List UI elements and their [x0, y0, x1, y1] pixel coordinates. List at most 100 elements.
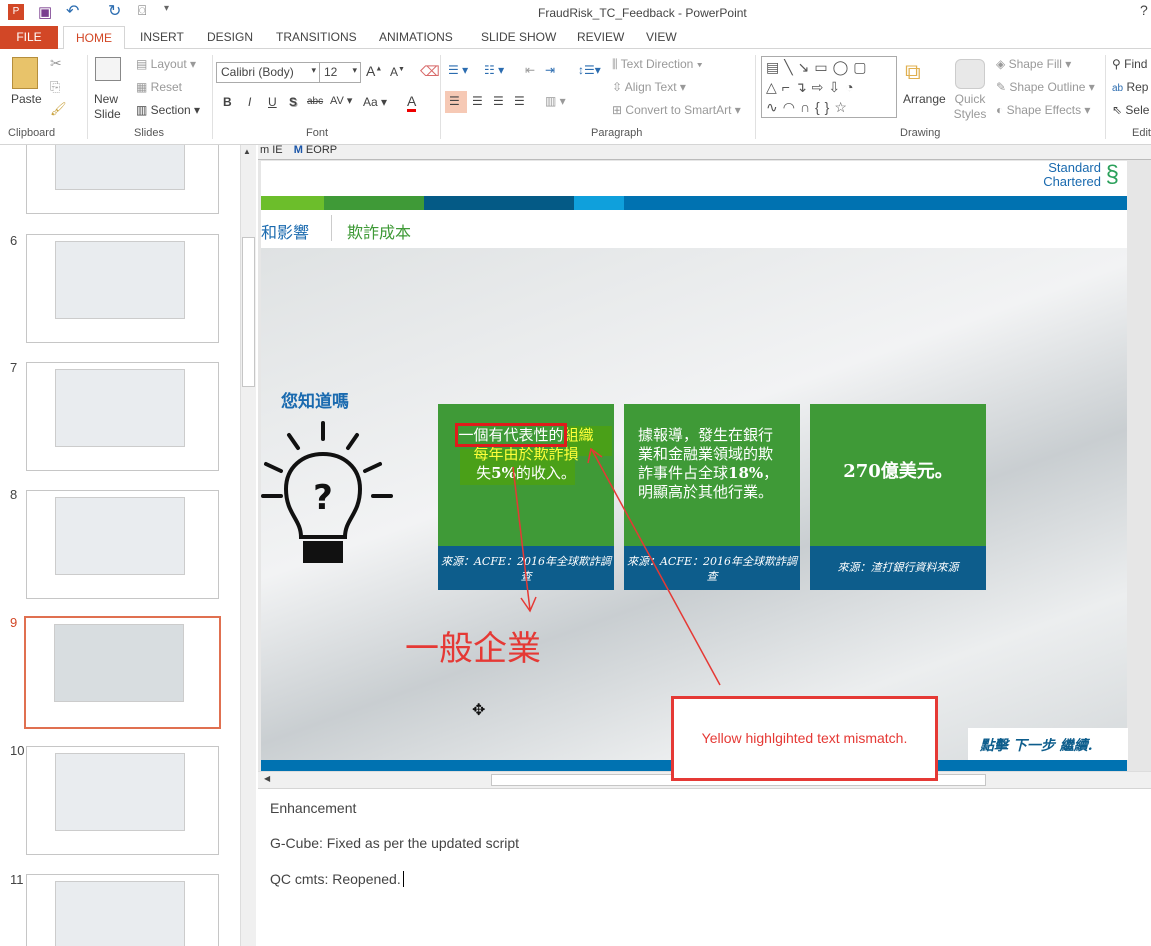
slide-number: 9: [10, 615, 18, 630]
tab-file[interactable]: FILE: [0, 26, 58, 49]
powerpoint-logo-icon: P: [8, 4, 24, 20]
columns-icon[interactable]: ▥ ▾: [545, 94, 566, 108]
line-spacing-icon[interactable]: ↕☰▾: [578, 63, 601, 77]
tab-insert[interactable]: INSERT: [140, 30, 184, 44]
notes-line[interactable]: QC cmts: Reopened.: [270, 871, 404, 887]
strikethrough-button[interactable]: abc: [307, 96, 323, 107]
find-button[interactable]: Find: [1124, 57, 1147, 71]
align-left-button[interactable]: ☰: [445, 91, 467, 113]
scroll-left-icon[interactable]: ◀: [264, 774, 270, 783]
card-source: 來源：ACFE：2016年全球欺詐調查: [438, 546, 614, 590]
slide-number: 6: [10, 233, 18, 248]
redo-icon[interactable]: ↻: [108, 1, 121, 21]
shrink-font-icon[interactable]: A▼: [390, 65, 405, 79]
start-slideshow-icon[interactable]: ⌼: [138, 2, 146, 19]
thumbnails-scrollbar[interactable]: ▲: [240, 145, 256, 946]
italic-button[interactable]: I: [248, 95, 251, 109]
header-color-bar: [261, 196, 1127, 210]
slide-thumbnail[interactable]: [26, 874, 219, 946]
quick-styles-button[interactable]: Quick Styles: [950, 92, 990, 122]
highlighted-text-box: 一個有代表性的: [455, 423, 567, 447]
slide-thumbnail[interactable]: [26, 234, 219, 343]
font-family-select[interactable]: Calibri (Body) ▾: [216, 62, 320, 83]
notes-line: Enhancement: [270, 800, 357, 816]
clear-formatting-icon[interactable]: ⌫: [420, 63, 440, 80]
reset-button[interactable]: Reset: [151, 80, 182, 94]
align-right-icon[interactable]: ☰: [493, 94, 504, 108]
shapes-gallery[interactable]: ▤╲↘▭◯▢ △⌐↴⇨⇩◔ ∿◠∩{}☆: [761, 56, 897, 118]
editing-group-label: Edit: [1132, 127, 1151, 139]
next-prompt[interactable]: 點擊 下一步 繼續.: [968, 728, 1128, 760]
slide-thumbnail[interactable]: [26, 746, 219, 855]
replace-button[interactable]: Rep: [1126, 80, 1148, 94]
numbering-icon[interactable]: ☷ ▾: [484, 63, 504, 77]
format-painter-icon[interactable]: 🖌: [50, 101, 67, 117]
feedback-callout: Yellow highlgihted text mismatch.: [671, 696, 938, 781]
increase-indent-icon[interactable]: ⇥: [545, 63, 555, 77]
section-button[interactable]: Section: [151, 103, 191, 117]
text-direction-icon: ⫼: [612, 57, 618, 71]
arrange-icon: ⧉: [905, 59, 921, 84]
decrease-indent-icon[interactable]: ⇤: [525, 63, 535, 77]
font-color-button[interactable]: A: [407, 93, 417, 112]
cut-icon[interactable]: ✂: [50, 55, 62, 72]
slide-thumbnail[interactable]: [26, 362, 219, 471]
justify-icon[interactable]: ☰: [514, 94, 525, 108]
tab-home[interactable]: HOME: [63, 26, 125, 50]
char-spacing-button[interactable]: AV ▾: [330, 94, 352, 107]
notes-pane[interactable]: Enhancement G-Cube: Fixed as per the upd…: [258, 788, 1151, 946]
notes-line: G-Cube: Fixed as per the updated script: [270, 835, 520, 851]
align-center-icon[interactable]: ☰: [472, 94, 483, 108]
help-icon[interactable]: ?: [1140, 2, 1148, 18]
shape-fill-button[interactable]: Shape Fill: [1009, 57, 1062, 71]
window-title: FraudRisk_TC_Feedback - PowerPoint: [538, 6, 747, 20]
undo-icon[interactable]: ↶: [66, 1, 79, 21]
shape-outline-icon: ✎: [996, 80, 1007, 94]
save-icon[interactable]: ▣: [38, 3, 52, 21]
new-slide-button[interactable]: New Slide: [94, 92, 134, 122]
card-source: 來源：渣打銀行資料來源: [810, 546, 986, 590]
convert-smartart-button[interactable]: Convert to SmartArt: [625, 103, 731, 117]
font-size-select[interactable]: 12 ▾: [319, 62, 361, 83]
fact-card-3: 270億美元。 來源：渣打銀行資料來源: [810, 404, 986, 590]
standard-chartered-logo: Standard Chartered: [1043, 160, 1101, 189]
select-button[interactable]: Sele: [1125, 103, 1149, 117]
ribbon-tabs: INSERT DESIGN TRANSITIONS ANIMATIONS SLI…: [0, 26, 1151, 49]
tab-design[interactable]: DESIGN: [207, 30, 253, 44]
grow-font-icon[interactable]: A▲: [366, 63, 382, 79]
shadow-button[interactable]: S: [289, 95, 297, 109]
align-text-button[interactable]: Align Text: [625, 80, 677, 94]
card-source: 來源：ACFE：2016年全球欺詐調查: [624, 546, 800, 590]
arrange-button[interactable]: Arrange: [903, 92, 946, 106]
tab-animations[interactable]: ANIMATIONS: [379, 30, 453, 44]
slide-thumbnail-selected[interactable]: [24, 616, 221, 729]
fact-card-2: 據報導，發生在銀行業和金融業領域的欺詐事件占全球18%，明顯高於其他行業。 來源…: [624, 404, 800, 590]
underline-button[interactable]: U: [268, 95, 277, 109]
lightbulb-icon: ?: [261, 421, 393, 563]
bullets-icon[interactable]: ☰ ▾: [448, 63, 468, 77]
slide-thumbnail[interactable]: [26, 490, 219, 599]
bold-button[interactable]: B: [223, 95, 232, 109]
breadcrumb-prev[interactable]: 和影響: [261, 219, 309, 243]
shape-outline-button[interactable]: Shape Outline: [1009, 80, 1085, 94]
align-text-icon: ⇳: [612, 80, 623, 94]
layout-button[interactable]: Layout: [151, 57, 187, 71]
slide-content: Standard Chartered § 和影響 欺詐成本 您知道嗎 ? 一個有…: [261, 160, 1128, 771]
scrollbar-thumb[interactable]: [242, 237, 255, 387]
tab-slide-show[interactable]: SLIDE SHOW: [481, 30, 556, 44]
copy-icon[interactable]: ⎘: [50, 79, 60, 95]
slide-canvas[interactable]: m IE M EORP Standard Chartered § 和影響 欺詐成本…: [258, 145, 1151, 771]
tab-view[interactable]: VIEW: [646, 30, 677, 44]
slide-thumbnail[interactable]: [26, 145, 219, 214]
scroll-up-icon[interactable]: ▲: [243, 147, 251, 156]
tab-review[interactable]: REVIEW: [577, 30, 624, 44]
text-direction-button[interactable]: Text Direction: [621, 57, 694, 71]
drawing-group-label: Drawing: [900, 127, 941, 139]
customize-qat-icon[interactable]: ▾: [164, 3, 169, 14]
shape-effects-button[interactable]: Shape Effects: [1007, 103, 1082, 117]
annotation-red-text: 一般企業: [405, 629, 541, 669]
paste-button[interactable]: Paste: [11, 92, 42, 106]
tab-transitions[interactable]: TRANSITIONS: [276, 30, 357, 44]
ribbon: Paste ✂ ⎘ 🖌 Clipboard New Slide ▤ Layout…: [0, 49, 1151, 145]
change-case-button[interactable]: Aa ▾: [363, 95, 387, 109]
